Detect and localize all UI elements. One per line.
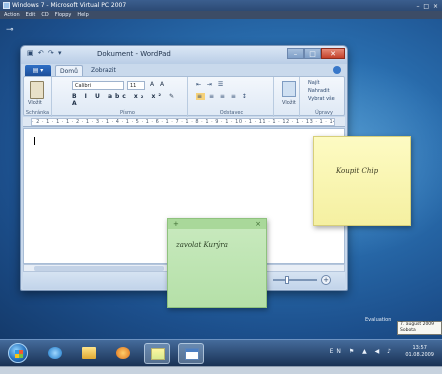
taskbar-wordpad[interactable] <box>178 343 204 364</box>
alignment-buttons[interactable]: ≡ ≡ ≡ ≡ ↕ <box>196 93 249 100</box>
zoom-in-button[interactable]: + <box>321 275 331 285</box>
vm-menu-edit[interactable]: Edit <box>26 11 36 19</box>
new-note-button[interactable]: + <box>173 219 179 229</box>
wordpad-icon <box>185 348 199 360</box>
vm-menu-floppy[interactable]: Floppy <box>55 11 72 19</box>
grow-shrink-font-buttons[interactable]: A A <box>150 81 166 88</box>
clock-time: 13:57 <box>412 345 427 351</box>
ribbon-tabs: ▤ ▾ Domů Zobrazit <box>21 64 347 76</box>
text-caret <box>34 137 35 145</box>
find-button[interactable]: Najít <box>308 80 320 86</box>
taskbar-clock[interactable]: 13:57 01.08.2009 <box>405 345 434 359</box>
date-tooltip: 7. august 2009 Sobota <box>397 321 442 335</box>
media-player-icon <box>116 347 130 359</box>
paste-button-label[interactable]: Vložit <box>28 100 42 106</box>
quick-access-toolbar[interactable]: ▣ ↶ ↷ ▾ <box>27 49 63 57</box>
taskbar-explorer[interactable] <box>76 343 102 364</box>
group-clipboard: Vložit Schránka <box>24 77 52 117</box>
align-left-button[interactable]: ≡ <box>196 93 206 100</box>
vm-title: Windows 7 - Microsoft Virtual PC 2007 <box>12 2 127 9</box>
sticky-note-text[interactable]: zavolat Kurýra <box>176 241 228 249</box>
group-label-clipboard: Schránka <box>25 110 50 116</box>
taskbar-media-player[interactable] <box>110 343 136 364</box>
align-other-buttons[interactable]: ≡ ≡ ≡ ↕ <box>209 93 249 100</box>
font-family-select[interactable]: Calibri <box>72 81 124 90</box>
file-menu-button[interactable]: ▤ ▾ <box>25 65 51 76</box>
maximize-button[interactable]: □ <box>304 48 321 59</box>
help-icon[interactable] <box>333 66 341 74</box>
scrollbar-thumb[interactable] <box>34 266 164 271</box>
ruler-bar: · 2 · 1 · 1 · 1 · 2 · 1 · 3 · 1 · 4 · 1 … <box>23 117 345 127</box>
window-title: Dokument - WordPad <box>97 50 171 58</box>
start-button[interactable] <box>8 343 28 363</box>
sticky-note-yellow[interactable]: Koupit Chip <box>313 136 411 226</box>
sticky-note-green[interactable]: + × zavolat Kurýra <box>167 218 267 308</box>
vm-status-strip <box>0 366 442 374</box>
clock-date: 01.08.2009 <box>405 352 434 358</box>
group-label-paragraph: Odstavec <box>219 110 244 116</box>
vm-menu-help[interactable]: Help <box>77 11 88 19</box>
group-label-font: Písmo <box>120 110 135 116</box>
taskbar: EN ⚑ ▲ ◀ ♪ 13:57 01.08.2009 <box>0 339 442 366</box>
vm-title-bar: Windows 7 - Microsoft Virtual PC 2007 – … <box>0 0 442 11</box>
evaluation-watermark: Evaluation <box>365 317 392 323</box>
insert-button-label[interactable]: Vložit <box>282 100 296 106</box>
font-size-select[interactable]: 11 <box>127 81 145 90</box>
zoom-slider[interactable] <box>273 276 317 284</box>
tab-view[interactable]: Zobrazit <box>87 65 120 76</box>
vm-menu-cd[interactable]: CD <box>41 11 48 19</box>
ribbon: Vložit Schránka Calibri 11 A A B I U abc… <box>23 76 346 117</box>
format-buttons[interactable]: B I U abc x₂ x² ✎ A <box>72 93 187 107</box>
taskbar-internet-explorer[interactable] <box>42 343 68 364</box>
replace-button[interactable]: Nahradit <box>308 88 330 94</box>
folder-icon <box>82 347 96 359</box>
paste-icon[interactable] <box>30 81 44 99</box>
internet-explorer-icon <box>48 347 62 359</box>
ruler[interactable]: · 2 · 1 · 1 · 1 · 2 · 1 · 3 · 1 · 4 · 1 … <box>31 118 335 126</box>
system-tray[interactable]: EN ⚑ ▲ ◀ ♪ <box>330 348 394 355</box>
vm-menu-bar: Action Edit CD Floppy Help <box>0 11 442 19</box>
tooltip-day: Sobota <box>400 328 416 333</box>
recycle-bin-icon[interactable]: ⊸ <box>6 25 28 35</box>
group-paragraph: ⇤ ⇥ ☰ ≡ ≡ ≡ ≡ ↕ Odstavec <box>190 77 274 117</box>
insert-picture-icon[interactable] <box>282 81 296 97</box>
sticky-notes-icon <box>151 348 165 360</box>
delete-note-button[interactable]: × <box>255 219 261 229</box>
sticky-note-text[interactable]: Koupit Chip <box>336 167 378 175</box>
zoom-slider-knob[interactable] <box>285 276 289 284</box>
group-insert: Vložit <box>276 77 300 117</box>
group-editing: Najít Nahradit Vybrat vše Úpravy <box>302 77 346 117</box>
desktop: ⊸ ▣ ↶ ↷ ▾ Dokument - WordPad – □ ✕ ▤ ▾ D… <box>0 19 442 339</box>
close-button[interactable]: ✕ <box>321 48 345 59</box>
group-label-editing: Úpravy <box>315 110 333 116</box>
window-controls: – □ ✕ <box>287 48 345 59</box>
wordpad-title-bar[interactable]: ▣ ↶ ↷ ▾ Dokument - WordPad – □ ✕ <box>21 46 347 64</box>
tab-home[interactable]: Domů <box>55 65 83 76</box>
taskbar-sticky-notes[interactable] <box>144 343 170 364</box>
minimize-button[interactable]: – <box>287 48 304 59</box>
group-font: Calibri 11 A A B I U abc x₂ x² ✎ A Písmo <box>68 77 188 117</box>
indent-list-buttons[interactable]: ⇤ ⇥ ☰ <box>196 81 225 88</box>
vm-menu-action[interactable]: Action <box>4 11 20 19</box>
select-all-button[interactable]: Vybrat vše <box>308 96 335 102</box>
virtual-pc-icon <box>3 2 10 9</box>
sticky-note-header[interactable]: + × <box>168 219 266 229</box>
